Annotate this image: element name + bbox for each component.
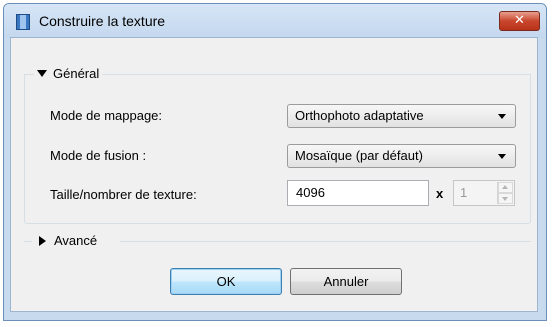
blending-mode-label: Mode de fusion : (50, 148, 147, 163)
texture-size-label: Taille/nombrer de texture: (50, 187, 197, 202)
texture-count-value: 1 (460, 185, 468, 200)
ok-button[interactable]: OK (170, 268, 282, 295)
general-group-title: Général (53, 66, 100, 81)
advanced-group-title: Avancé (54, 233, 98, 248)
texture-size-input[interactable]: 4096 (287, 180, 429, 206)
film-strip-icon (16, 14, 30, 30)
expand-right-icon[interactable] (39, 235, 46, 246)
chevron-down-icon (498, 114, 506, 119)
advanced-group-header[interactable]: Avancé (36, 233, 101, 248)
close-button[interactable]: ✕ (499, 11, 540, 31)
texture-count-spinbox: 1 (453, 180, 515, 206)
mapping-mode-select[interactable]: Orthophoto adaptative (287, 104, 516, 128)
mapping-mode-label: Mode de mappage: (50, 108, 163, 123)
blending-mode-value: Mosaïque (par défaut) (295, 148, 423, 163)
chevron-down-icon (498, 154, 506, 159)
expand-down-icon[interactable] (37, 70, 47, 77)
title-bar[interactable]: Construire la texture ✕ (4, 4, 546, 38)
mapping-mode-value: Orthophoto adaptative (295, 108, 424, 123)
blending-mode-select[interactable]: Mosaïque (par défaut) (287, 144, 516, 168)
spin-buttons (497, 182, 513, 204)
spin-up-icon (498, 182, 513, 193)
advanced-separator-left (24, 241, 32, 242)
cancel-button[interactable]: Annuler (290, 268, 402, 295)
window-title: Construire la texture (39, 13, 166, 29)
spin-down-icon (498, 193, 513, 204)
times-label: x (436, 186, 444, 201)
advanced-separator-right (120, 241, 531, 242)
general-group-header[interactable]: Général (34, 66, 103, 81)
